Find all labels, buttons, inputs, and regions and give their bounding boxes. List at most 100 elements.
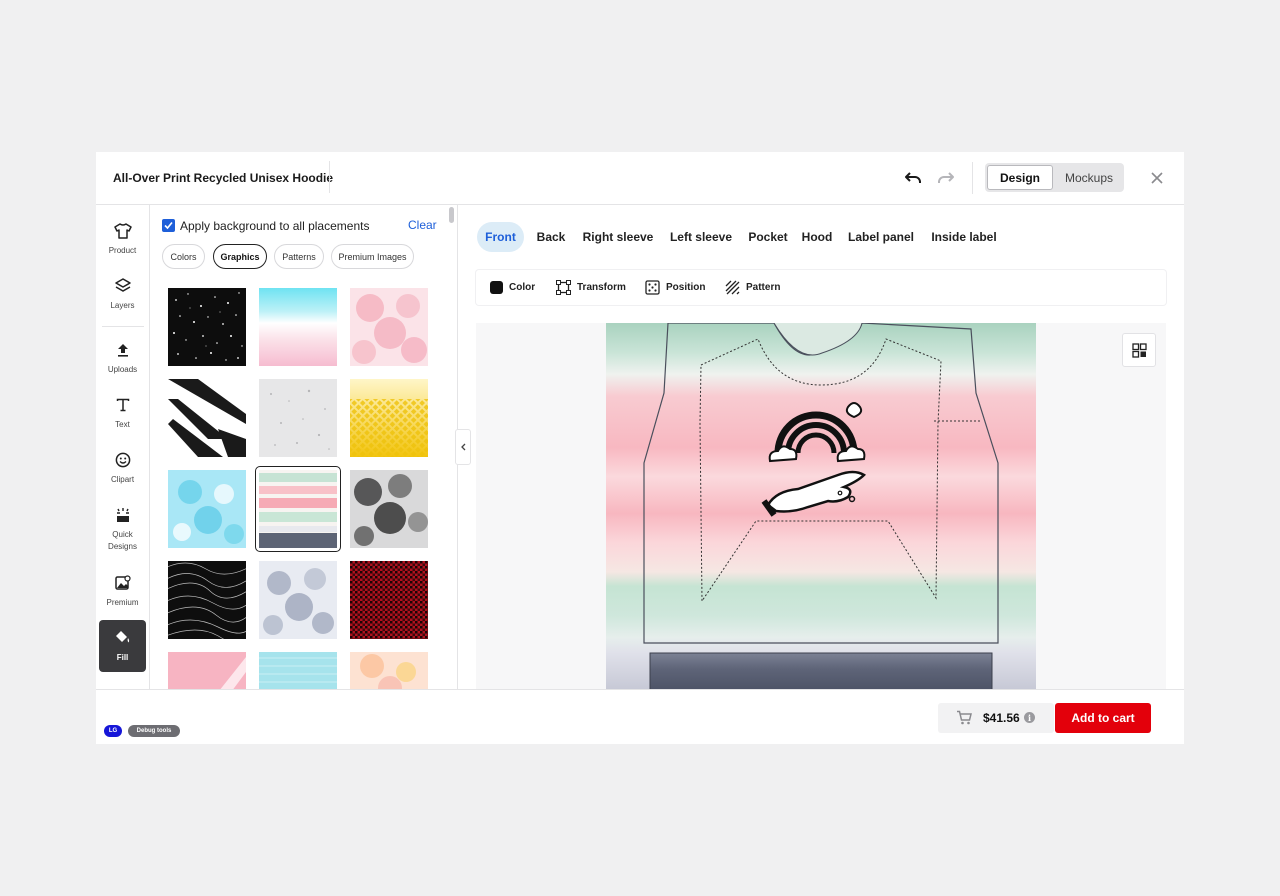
tab-inside-label[interactable]: Inside label [927, 222, 1001, 252]
paint-bucket-icon [115, 631, 129, 643]
magic-wand-icon [116, 508, 129, 522]
rail-label-premium: Premium [106, 598, 139, 607]
rail-label-quick-designs: Quick Designs [108, 530, 137, 551]
premium-image-icon [114, 575, 131, 590]
pattern-icon [725, 280, 740, 294]
header: All-Over Print Recycled Unisex Hoodie De… [96, 152, 1184, 205]
panel-scrollbar[interactable] [449, 207, 454, 223]
color-tool-label: Color [509, 281, 536, 293]
tab-front[interactable]: Front [477, 222, 524, 252]
design-toolbar: Color Transform Position Pattern [476, 270, 1166, 305]
hoodie-front-preview[interactable] [476, 323, 1166, 689]
chip-graphics[interactable]: Graphics [213, 244, 267, 269]
tab-back[interactable]: Back [531, 222, 571, 252]
design-tab[interactable]: Design [987, 165, 1053, 190]
position-tool[interactable]: Position [645, 279, 705, 295]
upload-icon [117, 344, 128, 357]
price-box: $41.56 i [938, 703, 1054, 733]
rail-item-uploads[interactable]: Uploads [99, 340, 146, 376]
color-tool[interactable]: Color [490, 279, 535, 295]
graphic-tile-black-contour-lines[interactable] [162, 561, 254, 644]
rail-label-clipart: Clipart [110, 475, 135, 484]
chevron-left-icon [461, 443, 466, 451]
design-canvas[interactable] [476, 323, 1166, 689]
rail-item-quick-designs[interactable]: Quick Designs [99, 505, 146, 553]
tab-hood[interactable]: Hood [799, 222, 835, 252]
tab-left-sleeve[interactable]: Left sleeve [665, 222, 737, 252]
smiley-icon [115, 452, 130, 468]
tab-label-panel[interactable]: Label panel [843, 222, 919, 252]
rail-label-fill: Fill [116, 653, 129, 662]
title-divider [329, 161, 330, 193]
color-swatch-icon [490, 280, 503, 294]
graphic-tile-black-stars[interactable] [168, 288, 246, 366]
apply-all-checkbox[interactable] [162, 219, 175, 232]
graphic-tile-peach-tie-dye[interactable] [350, 652, 428, 689]
transform-icon [556, 279, 571, 295]
cart-icon [957, 710, 972, 725]
header-divider [972, 162, 973, 194]
graphic-tile-pastel-stripes[interactable] [255, 466, 341, 552]
chip-patterns[interactable]: Patterns [274, 244, 324, 269]
graphic-tile-red-black-check[interactable] [350, 561, 428, 639]
close-button[interactable] [1145, 166, 1169, 190]
apply-all-label: Apply background to all placements [180, 219, 370, 233]
pattern-tool-label: Pattern [746, 281, 781, 293]
pattern-tool[interactable]: Pattern [725, 279, 780, 295]
tool-rail: Product Layers Uploads Text Clipart Quic… [96, 205, 150, 689]
mockups-tab[interactable]: Mockups [1055, 163, 1123, 192]
graphic-tile-black-smoke[interactable] [350, 470, 428, 548]
rail-item-clipart[interactable]: Clipart [99, 450, 146, 486]
graphic-tile-pink-brush[interactable] [168, 652, 246, 689]
fill-panel: Apply background to all placements Clear… [150, 205, 458, 689]
chip-colors[interactable]: Colors [162, 244, 205, 269]
graphic-tile-pink-tie-dye[interactable] [350, 288, 428, 366]
clear-link[interactable]: Clear [408, 218, 437, 232]
graphic-tile-cyan-pink-fade[interactable] [259, 288, 337, 366]
layout-grid-button[interactable] [1122, 333, 1156, 367]
close-icon [1151, 172, 1163, 184]
undo-button[interactable] [901, 166, 925, 190]
add-to-cart-button[interactable]: Add to cart [1055, 703, 1151, 733]
rail-label-uploads: Uploads [107, 365, 138, 374]
graphic-tile-cyan-tie-dye[interactable] [168, 470, 246, 548]
rail-item-layers[interactable]: Layers [99, 276, 146, 312]
graphic-tile-grey-tie-dye[interactable] [259, 561, 337, 639]
rail-divider [102, 326, 144, 327]
shirt-icon [113, 223, 132, 239]
transform-tool-label: Transform [577, 281, 626, 293]
rail-label-layers: Layers [110, 301, 135, 310]
rail-label-product: Product [108, 246, 137, 255]
graphic-tile-grey-speckle[interactable] [259, 379, 337, 457]
redo-button[interactable] [934, 166, 958, 190]
graphic-tile-yellow-halftone[interactable] [350, 379, 428, 457]
position-icon [645, 279, 660, 295]
transform-tool[interactable]: Transform [556, 279, 626, 295]
undo-icon [905, 172, 921, 183]
checkmark-icon [164, 221, 173, 230]
graphic-tile-aqua-pattern[interactable] [259, 652, 337, 689]
view-toggle: Design Mockups [985, 163, 1124, 192]
rail-item-product[interactable]: Product [99, 221, 146, 257]
graphic-tile-black-white-streaks[interactable] [168, 379, 246, 457]
layers-icon [114, 278, 131, 292]
rail-item-fill[interactable]: Fill [99, 620, 146, 672]
rail-item-premium[interactable]: Premium [99, 573, 146, 609]
redo-icon [938, 172, 954, 183]
collapse-panel-button[interactable] [455, 429, 471, 465]
product-designer-modal: All-Over Print Recycled Unisex Hoodie De… [96, 152, 1184, 744]
rail-item-text[interactable]: Text [99, 395, 146, 431]
position-tool-label: Position [666, 281, 706, 293]
price: $41.56 [983, 711, 1020, 725]
product-title: All-Over Print Recycled Unisex Hoodie [113, 171, 334, 185]
info-icon[interactable]: i [1024, 712, 1035, 723]
tab-pocket[interactable]: Pocket [745, 222, 791, 252]
rail-label-text: Text [115, 420, 130, 429]
debug-tools-badge[interactable]: Debug tools [128, 725, 180, 737]
tab-right-sleeve[interactable]: Right sleeve [578, 222, 658, 252]
footer: LG Debug tools $41.56 i Add to cart [96, 689, 1184, 744]
text-icon [116, 398, 129, 412]
grid-icon [1131, 342, 1147, 358]
chip-premium-images[interactable]: Premium Images [331, 244, 414, 269]
lg-badge[interactable]: LG [104, 725, 122, 737]
